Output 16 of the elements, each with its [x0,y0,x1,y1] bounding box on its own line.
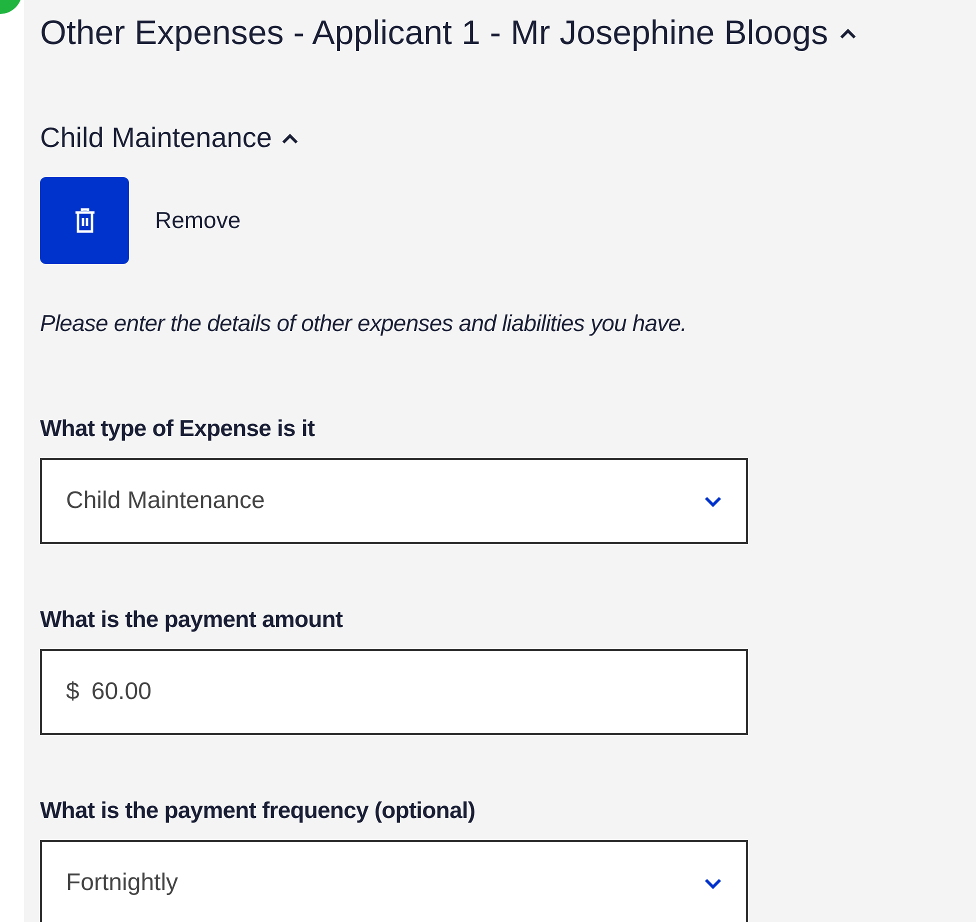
amount-field[interactable]: $ 60.00 [40,649,748,735]
item-title: Child Maintenance [40,122,272,154]
section-title: Other Expenses - Applicant 1 - Mr Josephine Bloogs [40,14,828,52]
collapse-caret-icon[interactable] [840,28,856,38]
collapse-caret-icon[interactable] [282,132,298,144]
field-label: What type of Expense is it [40,415,316,442]
remove-button[interactable] [40,177,129,264]
chevron-down-icon [704,878,722,888]
field-label: What is the payment frequency (optional) [40,797,476,824]
instructions-text: Please enter the details of other expenses and liabilities you have. [40,310,688,337]
remove-label[interactable]: Remove [155,207,241,234]
field-label: What is the payment amount [40,606,344,633]
chevron-down-icon [704,496,722,506]
select-field[interactable]: Child Maintenance [40,458,748,544]
select-field[interactable]: Fortnightly [40,840,748,922]
trash-icon [74,208,96,234]
